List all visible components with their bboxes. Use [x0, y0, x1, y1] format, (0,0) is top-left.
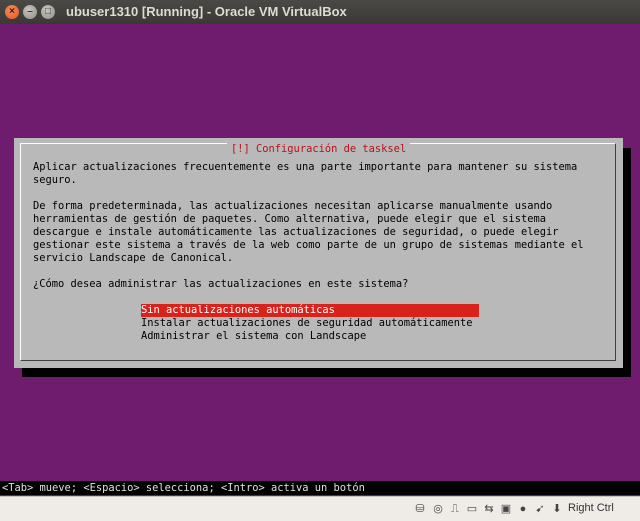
host-key-label: Right Ctrl [568, 502, 614, 514]
keyboard-icon[interactable]: ⬇ [550, 502, 564, 516]
question-text: ¿Cómo desea administrar las actualizacio… [33, 278, 409, 290]
option-no-automatic-updates[interactable]: Sin actualizaciones automáticas [141, 304, 479, 317]
minimize-icon: – [27, 6, 33, 17]
dialog-frame: [!] Configuración de tasksel Aplicar act… [20, 143, 616, 361]
close-window-button[interactable]: × [5, 5, 19, 19]
minimize-window-button[interactable]: – [23, 5, 37, 19]
paragraph2-line: herramientas de gestión de paquetes. Com… [33, 213, 546, 225]
dialog-title: [!] Configuración de tasksel [227, 143, 411, 155]
video-capture-icon[interactable]: ● [516, 502, 530, 516]
display-icon[interactable]: ▣ [499, 502, 513, 516]
paragraph2-line: gestionar este sistema a través de la we… [33, 239, 584, 251]
window-title-bar[interactable]: × – □ ubuser1310 [Running] - Oracle VM V… [0, 0, 640, 24]
network-icon[interactable]: ⇆ [482, 502, 496, 516]
close-icon: × [9, 6, 15, 17]
tasksel-dialog: [!] Configuración de tasksel Aplicar act… [14, 138, 623, 368]
paragraph2-line: De forma predeterminada, las actualizaci… [33, 200, 553, 212]
paragraph2-line: servicio Landscape de Canonical. [33, 252, 234, 264]
mouse-integration-icon[interactable]: ➹ [533, 502, 547, 516]
vm-screen[interactable]: [!] Configuración de tasksel Aplicar act… [0, 24, 640, 496]
window-title: ubuser1310 [Running] - Oracle VM Virtual… [66, 4, 347, 19]
option-manage-with-landscape[interactable]: Administrar el sistema con Landscape [141, 330, 366, 343]
optical-drive-icon[interactable]: ◎ [431, 502, 445, 516]
maximize-icon: □ [44, 6, 52, 17]
option-install-security-updates[interactable]: Instalar actualizaciones de seguridad au… [141, 317, 473, 330]
paragraph1-line: seguro. [33, 174, 77, 186]
shared-folders-icon[interactable]: ▭ [465, 502, 479, 516]
hard-disk-icon[interactable]: ⛁ [413, 502, 427, 516]
paragraph1-line: Aplicar actualizaciones frecuentemente e… [33, 161, 578, 173]
usb-icon[interactable]: ⎍ [448, 502, 462, 516]
console-help-line: <Tab> mueve; <Espacio> selecciona; <Intr… [0, 481, 640, 495]
maximize-window-button[interactable]: □ [41, 5, 55, 19]
paragraph2-line: descargue e instale automáticamente las … [33, 226, 559, 238]
virtualbox-status-bar: ⛁ ◎ ⎍ ▭ ⇆ ▣ ● ➹ ⬇ Right Ctrl [0, 496, 640, 521]
